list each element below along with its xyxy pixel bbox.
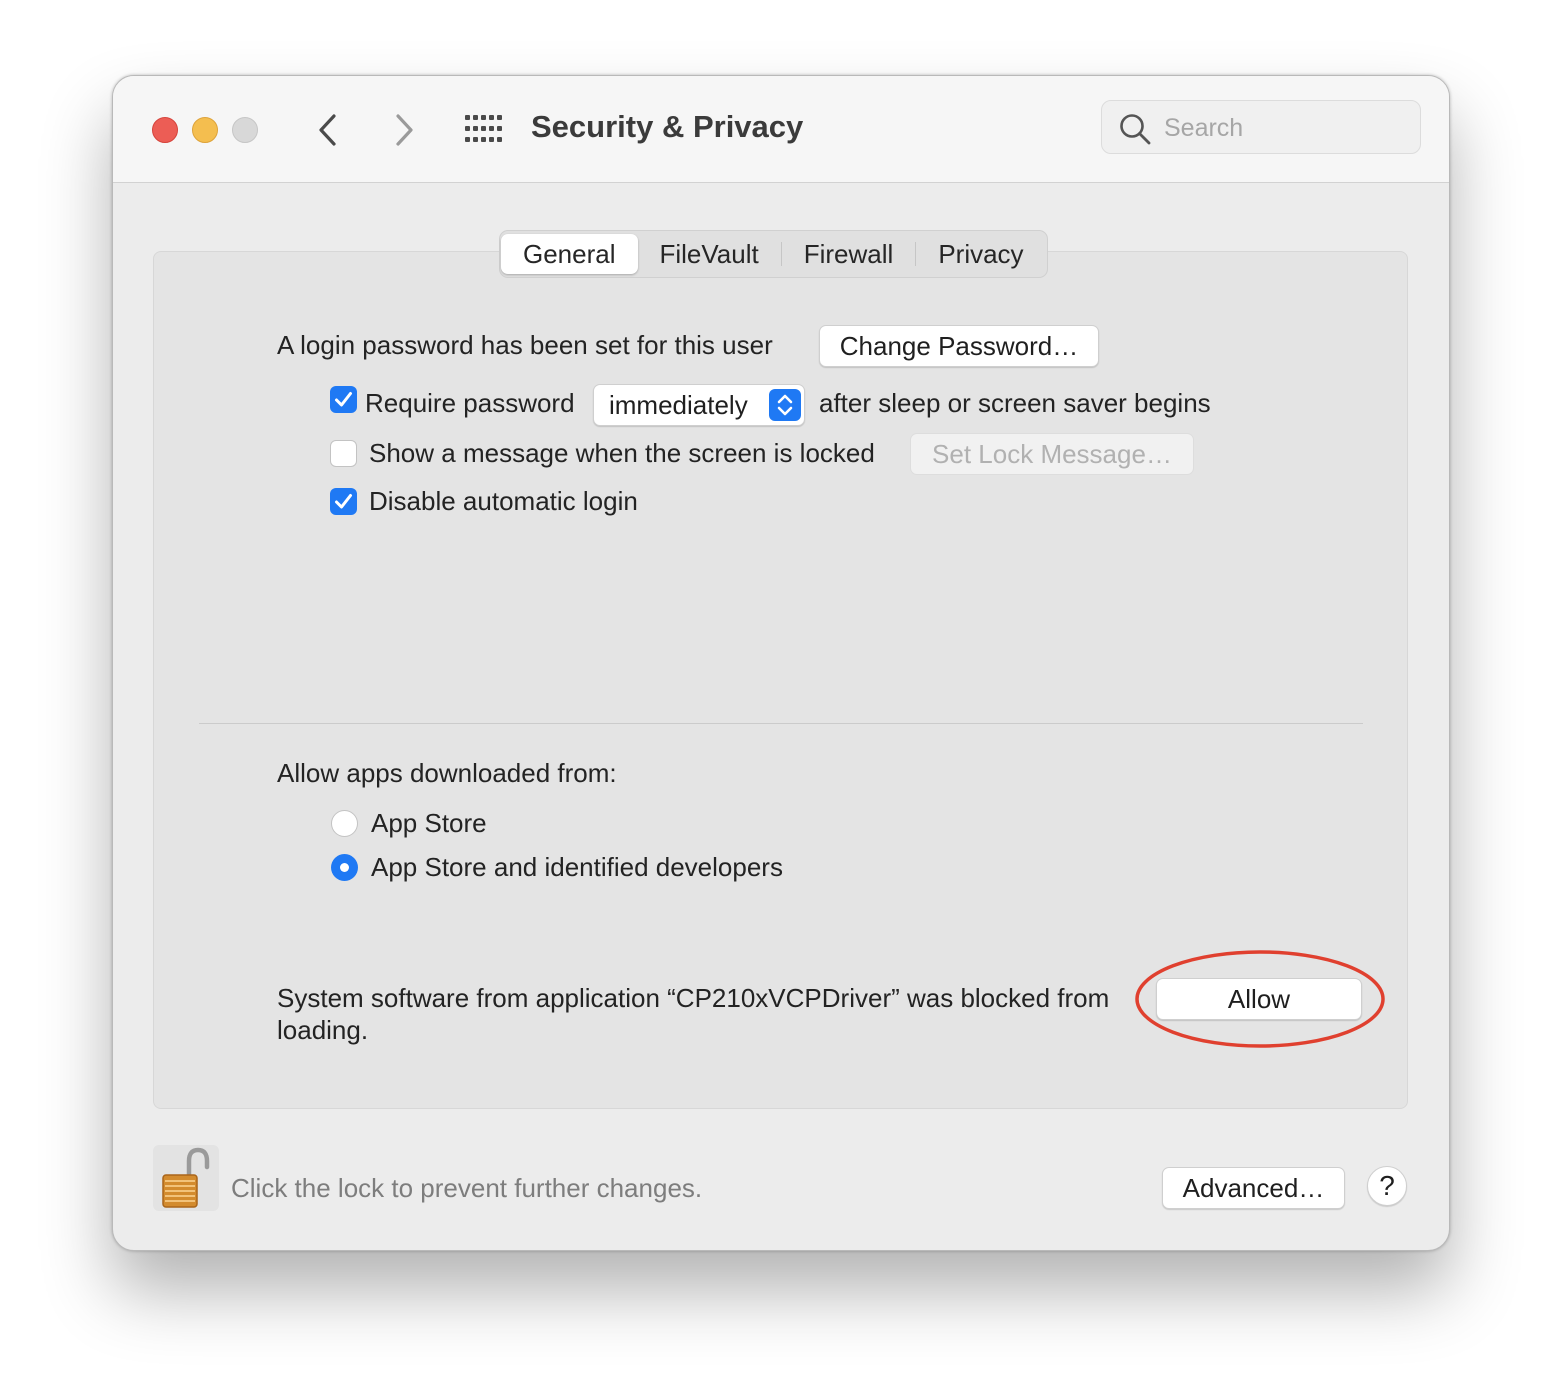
require-password-checkbox[interactable] — [330, 386, 357, 413]
radio-identified-developers-label: App Store and identified developers — [371, 852, 783, 882]
require-password-label: Require password — [365, 388, 575, 418]
change-password-button[interactable]: Change Password… — [819, 325, 1099, 367]
tab-filevault[interactable]: FileVault — [638, 234, 781, 274]
chevron-left-icon — [319, 114, 336, 146]
show-message-label: Show a message when the screen is locked — [369, 438, 875, 468]
tab-firewall[interactable]: Firewall — [782, 234, 916, 274]
allow-apps-heading: Allow apps downloaded from: — [277, 758, 617, 788]
require-password-delay-select[interactable]: immediately — [593, 384, 805, 426]
section-divider — [199, 723, 1363, 724]
lock-status-text: Click the lock to prevent further change… — [231, 1173, 703, 1203]
grid-icon — [465, 115, 502, 142]
chevron-right-icon — [396, 114, 413, 146]
show-message-checkbox[interactable] — [330, 440, 357, 467]
set-lock-message-button[interactable]: Set Lock Message… — [910, 433, 1194, 475]
search-icon — [1120, 114, 1151, 145]
checkmark-icon — [335, 392, 352, 407]
radio-app-store[interactable] — [331, 810, 358, 837]
lock-button[interactable] — [153, 1145, 219, 1211]
blocked-software-message: System software from application “CP210x… — [277, 983, 1110, 1045]
search-input[interactable] — [1162, 109, 1406, 147]
radio-app-store-label: App Store — [371, 808, 487, 838]
preferences-window: Security & Privacy General FileVault Fir… — [112, 75, 1450, 1251]
search-field[interactable] — [1101, 100, 1421, 154]
radio-identified-developers[interactable] — [331, 854, 358, 881]
login-password-text: A login password has been set for this u… — [277, 330, 773, 360]
unlocked-padlock-icon — [162, 1147, 210, 1208]
title-bar: Security & Privacy — [113, 76, 1449, 183]
checkmark-icon — [335, 494, 352, 509]
up-down-arrows-icon — [769, 389, 801, 421]
disable-auto-login-checkbox[interactable] — [330, 488, 357, 515]
advanced-button[interactable]: Advanced… — [1162, 1167, 1345, 1209]
back-button[interactable] — [309, 110, 349, 150]
tab-general[interactable]: General — [501, 234, 638, 274]
tab-privacy[interactable]: Privacy — [916, 234, 1045, 274]
close-button[interactable] — [152, 117, 178, 143]
window-title: Security & Privacy — [531, 109, 804, 144]
require-password-suffix: after sleep or screen saver begins — [819, 388, 1211, 418]
zoom-button[interactable] — [232, 117, 258, 143]
select-value: immediately — [609, 390, 748, 420]
highlight-circle-annotation — [1135, 950, 1385, 1048]
show-all-button[interactable] — [463, 114, 503, 144]
help-button[interactable]: ? — [1367, 1166, 1407, 1206]
disable-auto-login-label: Disable automatic login — [369, 486, 638, 516]
minimize-button[interactable] — [192, 117, 218, 143]
tab-bar: General FileVault Firewall Privacy — [499, 230, 1048, 278]
forward-button[interactable] — [383, 110, 423, 150]
